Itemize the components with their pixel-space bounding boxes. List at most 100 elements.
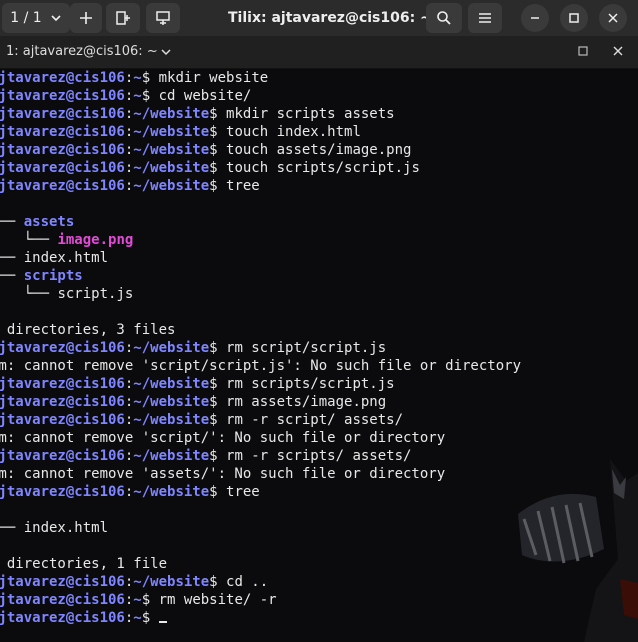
- tree-entry-file: index.html: [23, 250, 109, 266]
- plus-icon: [80, 12, 92, 24]
- split-right-icon: [116, 11, 130, 25]
- prompt-user: ajtavarez@cis106: [0, 394, 125, 410]
- terminal-line: ajtavarez@cis106:~$: [0, 609, 521, 627]
- terminal-line: ajtavarez@cis106:~/website$ rm assets/im…: [0, 393, 521, 411]
- command-text: tree: [217, 484, 260, 500]
- terminal-line: ajtavarez@cis106:~/website$ rm -r script…: [0, 411, 521, 429]
- prompt-path: ~/website: [133, 484, 210, 500]
- output-text: rm: cannot remove 'assets/': No such fil…: [0, 466, 446, 482]
- prompt-symbol: $: [209, 574, 218, 590]
- terminal-line: ajtavarez@cis106:~/website$ touch assets…: [0, 141, 521, 159]
- prompt-path: ~: [133, 70, 142, 86]
- terminal-line: .: [0, 195, 521, 213]
- terminal-line: ├── index.html: [0, 249, 521, 267]
- prompt-user: ajtavarez@cis106: [0, 412, 125, 428]
- command-text: rm -r scripts/ assets/: [217, 448, 412, 464]
- prompt-user: ajtavarez@cis106: [0, 448, 125, 464]
- minimize-button[interactable]: [521, 4, 549, 32]
- command-text: touch scripts/script.js: [217, 160, 420, 176]
- terminal-line: ajtavarez@cis106:~$ rm website/ -r: [0, 591, 521, 609]
- maximize-terminal-icon[interactable]: [578, 46, 588, 56]
- command-text: rm assets/image.png: [217, 394, 387, 410]
- terminal-line: ajtavarez@cis106:~/website$ cd ..: [0, 573, 521, 591]
- terminal-line: 2 directories, 3 files: [0, 321, 521, 339]
- prompt-path: ~/website: [133, 160, 210, 176]
- find-button[interactable]: [426, 3, 462, 33]
- output-text: rm: cannot remove 'script/': No such fil…: [0, 430, 446, 446]
- terminal-line: ajtavarez@cis106:~/website$ touch script…: [0, 159, 521, 177]
- prompt-user: ajtavarez@cis106: [0, 106, 125, 122]
- prompt-user: ajtavarez@cis106: [0, 376, 125, 392]
- terminal-line: ajtavarez@cis106:~$ cd website/: [0, 87, 521, 105]
- terminal-line: rm: cannot remove 'assets/': No such fil…: [0, 465, 521, 483]
- prompt-path: ~: [133, 610, 142, 626]
- prompt-path: ~: [133, 88, 142, 104]
- prompt-path: ~/website: [133, 394, 210, 410]
- command-text: touch index.html: [217, 124, 361, 140]
- close-terminal-icon[interactable]: [613, 46, 623, 56]
- terminal-line: ajtavarez@cis106:~/website$ rm script/sc…: [0, 339, 521, 357]
- prompt-symbol: $: [209, 394, 218, 410]
- prompt-symbol: $: [141, 592, 151, 608]
- add-session-button[interactable]: [70, 3, 102, 33]
- prompt-symbol: $: [209, 448, 218, 464]
- prompt-path: ~/website: [133, 376, 210, 392]
- chevron-down-icon[interactable]: [160, 46, 172, 58]
- prompt-symbol: $: [209, 340, 218, 356]
- prompt-path: ~/website: [133, 106, 210, 122]
- terminal-line: ajtavarez@cis106:~$ mkdir website: [0, 69, 521, 87]
- terminal-text: ajtavarez@cis106:~$ mkdir website ajtavar…: [0, 69, 521, 627]
- tree-entry-dir: scripts: [23, 268, 83, 284]
- prompt-symbol: $: [141, 70, 151, 86]
- prompt-user: ajtavarez@cis106: [0, 178, 125, 194]
- session-switcher-button[interactable]: 1 / 1: [2, 3, 70, 33]
- command-text: rm website/ -r: [150, 592, 277, 608]
- prompt-user: ajtavarez@cis106: [0, 124, 125, 140]
- prompt-symbol: $: [141, 88, 151, 104]
- terminal-line: ajtavarez@cis106:~/website$ mkdir script…: [0, 105, 521, 123]
- tree-branch: │ └──: [23, 232, 50, 248]
- output-text: rm: cannot remove 'script/script.js': No…: [0, 358, 522, 374]
- tree-branch: ├──: [0, 214, 16, 230]
- terminal-title-bar: 1: ajtavarez@cis106: ~: [0, 36, 638, 69]
- command-text: rm scripts/script.js: [217, 376, 395, 392]
- split-down-icon: [156, 11, 170, 25]
- minimize-icon: [531, 17, 539, 19]
- prompt-user: ajtavarez@cis106: [0, 160, 125, 176]
- command-text: cd ..: [217, 574, 269, 590]
- prompt-path: ~/website: [133, 448, 210, 464]
- terminal-line: ajtavarez@cis106:~/website$ tree: [0, 177, 521, 195]
- prompt-user: ajtavarez@cis106: [0, 592, 125, 608]
- terminal-line: └── script.js: [0, 285, 521, 303]
- terminal-line: rm: cannot remove 'script/': No such fil…: [0, 429, 521, 447]
- terminal-output[interactable]: ajtavarez@cis106:~$ mkdir website ajtavar…: [0, 69, 638, 642]
- prompt-path: ~/website: [133, 340, 210, 356]
- menu-button[interactable]: [468, 3, 502, 33]
- terminal-line: ajtavarez@cis106:~/website$ tree: [0, 483, 521, 501]
- output-text: 0 directories, 1 file: [0, 556, 168, 572]
- prompt-user: ajtavarez@cis106: [0, 88, 125, 104]
- chevron-down-icon: [51, 15, 61, 22]
- close-window-button[interactable]: [599, 4, 627, 32]
- session-counter: 1 / 1: [10, 10, 42, 26]
- terminal-cursor: [158, 621, 167, 623]
- output-text: 2 directories, 3 files: [0, 322, 176, 338]
- terminal-line: rm: cannot remove 'script/script.js': No…: [0, 357, 521, 375]
- tree-branch: ├──: [0, 250, 16, 266]
- add-terminal-down-button[interactable]: [146, 3, 180, 33]
- tree-branch: └──: [0, 268, 16, 284]
- terminal-line: │ └── image.png: [0, 231, 521, 249]
- maximize-button[interactable]: [560, 4, 588, 32]
- prompt-user: ajtavarez@cis106: [0, 142, 125, 158]
- terminal-title[interactable]: 1: ajtavarez@cis106: ~: [6, 36, 158, 68]
- terminal-line: .: [0, 501, 521, 519]
- add-terminal-right-button[interactable]: [106, 3, 140, 33]
- maximize-icon: [569, 13, 579, 23]
- terminal-line: └── index.html: [0, 519, 521, 537]
- command-text: tree: [217, 178, 260, 194]
- command-text: touch assets/image.png: [217, 142, 412, 158]
- prompt-user: ajtavarez@cis106: [0, 574, 125, 590]
- command-text: mkdir scripts assets: [217, 106, 395, 122]
- window-title: Tilix: ajtavarez@cis106: ~: [228, 10, 432, 26]
